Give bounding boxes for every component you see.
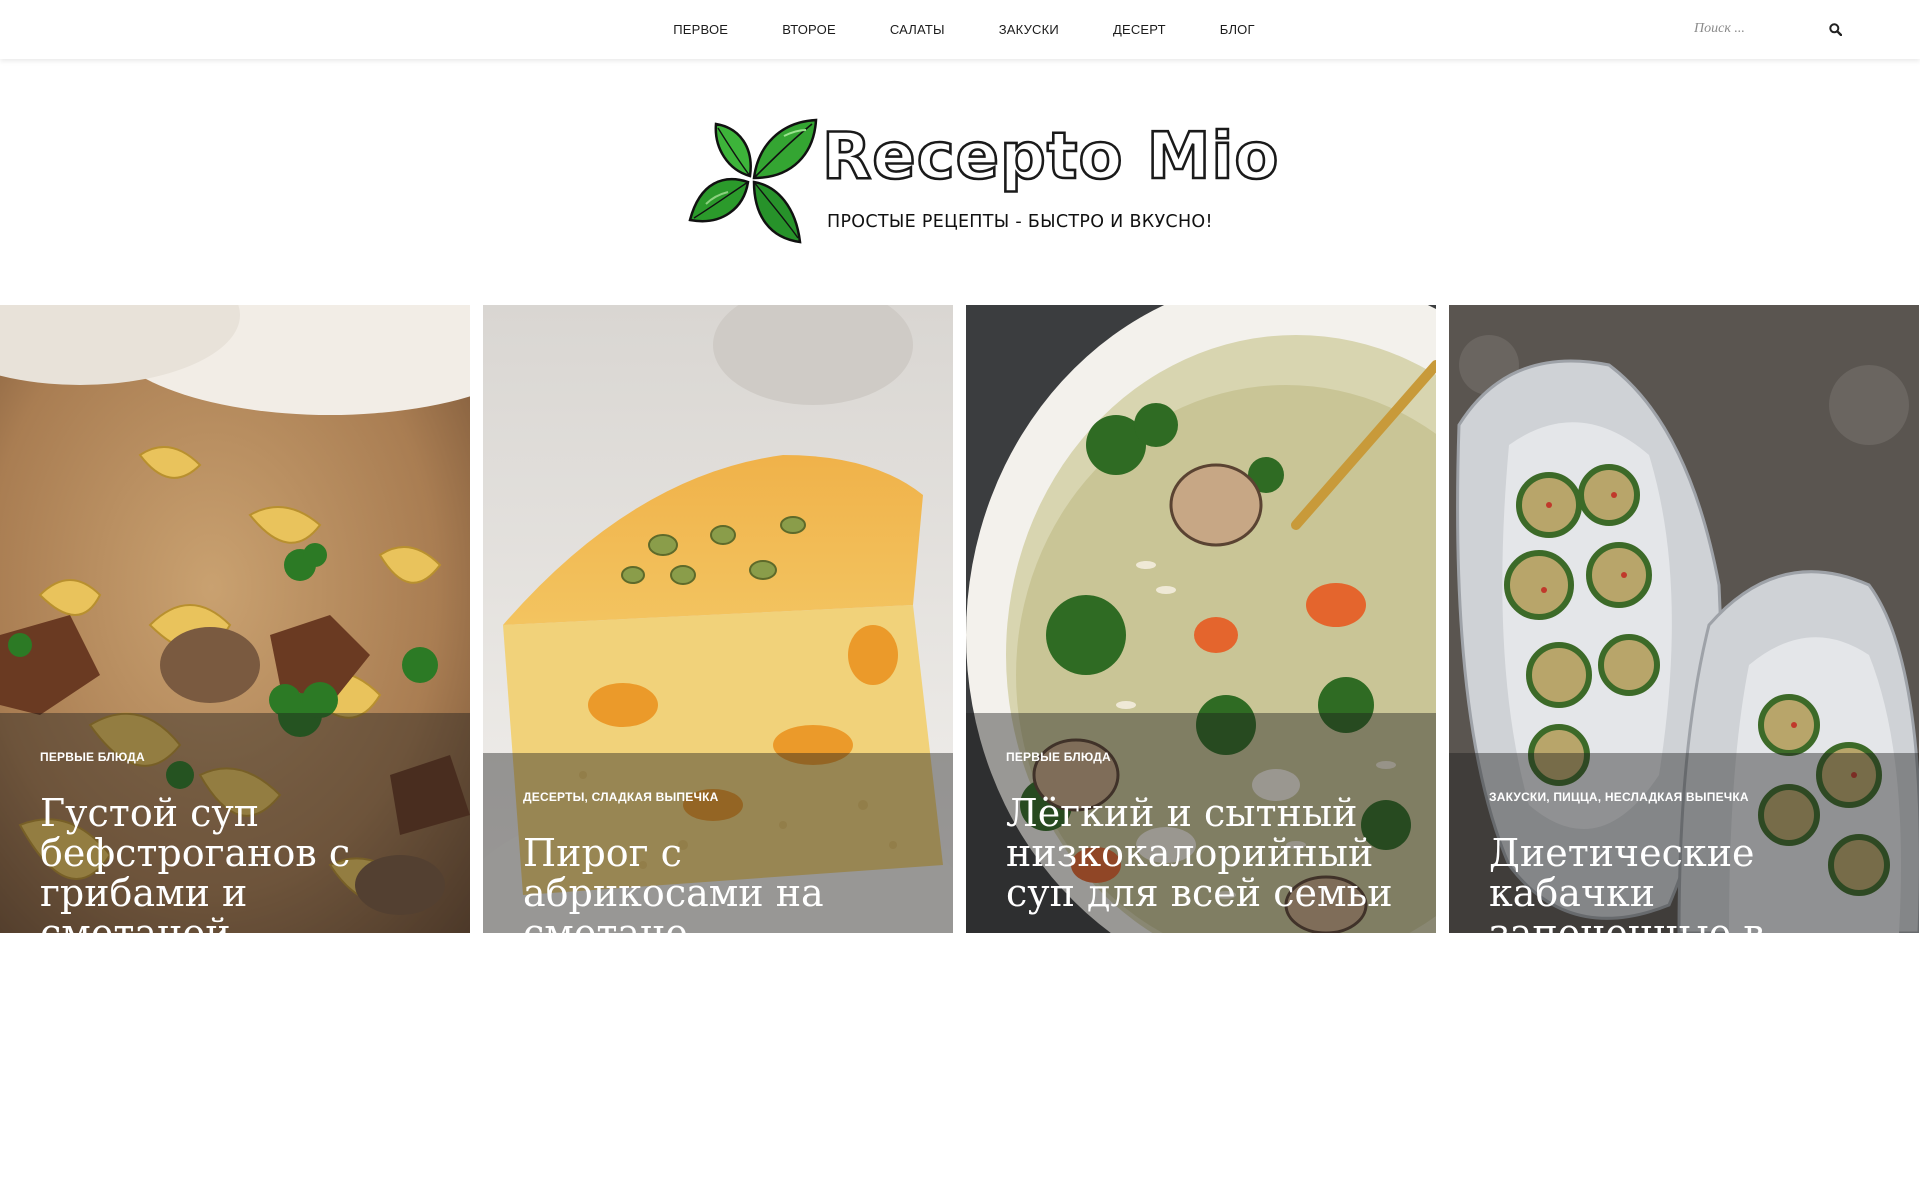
card-title[interactable]: Лёгкий и сытный низкокалорийный суп для …: [1006, 793, 1396, 913]
menu-item-snacks[interactable]: ЗАКУСКИ: [972, 0, 1086, 59]
card-categories[interactable]: ПЕРВЫЕ БЛЮДА: [40, 749, 430, 765]
menu-item-first-courses[interactable]: ПЕРВОЕ: [646, 0, 755, 59]
menu-item-main-courses[interactable]: ВТОРОЕ: [755, 0, 863, 59]
card-categories[interactable]: ДЕСЕРТЫ, СЛАДКАЯ ВЫПЕЧКА: [523, 789, 913, 805]
menu-item-salads[interactable]: САЛАТЫ: [863, 0, 972, 59]
site-tagline: ПРОСТЫЕ РЕЦЕПТЫ - БЫСТРО И ВКУСНО!: [827, 212, 1213, 232]
card-title[interactable]: Густой суп бефстроганов с грибами и смет…: [40, 793, 430, 933]
menu-item-dessert[interactable]: ДЕСЕРТ: [1086, 0, 1193, 59]
card-title[interactable]: Пирог с абрикосами на сметане: [523, 833, 913, 933]
featured-post-card[interactable]: ПЕРВЫЕ БЛЮДА Густой суп бефстроганов с г…: [0, 305, 470, 933]
basil-leaves-icon: [688, 118, 818, 244]
card-overlay: ПЕРВЫЕ БЛЮДА Густой суп бефстроганов с г…: [0, 713, 470, 933]
site-logo[interactable]: Recepto Mio ПРОСТЫЕ РЕЦЕПТЫ - БЫСТРО И В…: [688, 116, 1280, 250]
card-categories[interactable]: ПЕРВЫЕ БЛЮДА: [1006, 749, 1396, 765]
top-navigation-bar: ПЕРВОЕ ВТОРОЕ САЛАТЫ ЗАКУСКИ ДЕСЕРТ БЛОГ: [0, 0, 1920, 59]
card-overlay: ЗАКУСКИ, ПИЦЦА, НЕСЛАДКАЯ ВЫПЕЧКА Диетич…: [1449, 753, 1919, 933]
site-title: Recepto Mio: [821, 119, 1280, 196]
search-icon[interactable]: [1824, 18, 1846, 40]
card-overlay: ПЕРВЫЕ БЛЮДА Лёгкий и сытный низкокалори…: [966, 713, 1436, 933]
card-title[interactable]: Диетические кабачки запеченные в духовке: [1489, 833, 1879, 933]
main-menu: ПЕРВОЕ ВТОРОЕ САЛАТЫ ЗАКУСКИ ДЕСЕРТ БЛОГ: [0, 0, 1920, 59]
featured-posts: ПЕРВЫЕ БЛЮДА Густой суп бефстроганов с г…: [0, 305, 1920, 933]
featured-post-card[interactable]: ПЕРВЫЕ БЛЮДА Лёгкий и сытный низкокалори…: [966, 305, 1436, 933]
main-menu-list: ПЕРВОЕ ВТОРОЕ САЛАТЫ ЗАКУСКИ ДЕСЕРТ БЛОГ: [646, 0, 1281, 59]
search-input[interactable]: [1680, 14, 1820, 44]
card-categories[interactable]: ЗАКУСКИ, ПИЦЦА, НЕСЛАДКАЯ ВЫПЕЧКА: [1489, 789, 1879, 805]
featured-post-card[interactable]: ЗАКУСКИ, ПИЦЦА, НЕСЛАДКАЯ ВЫПЕЧКА Диетич…: [1449, 305, 1919, 933]
menu-item-blog[interactable]: БЛОГ: [1193, 0, 1282, 59]
featured-post-card[interactable]: ДЕСЕРТЫ, СЛАДКАЯ ВЫПЕЧКА Пирог с абрикос…: [483, 305, 953, 933]
search-form: [1680, 14, 1860, 44]
card-overlay: ДЕСЕРТЫ, СЛАДКАЯ ВЫПЕЧКА Пирог с абрикос…: [483, 753, 953, 933]
